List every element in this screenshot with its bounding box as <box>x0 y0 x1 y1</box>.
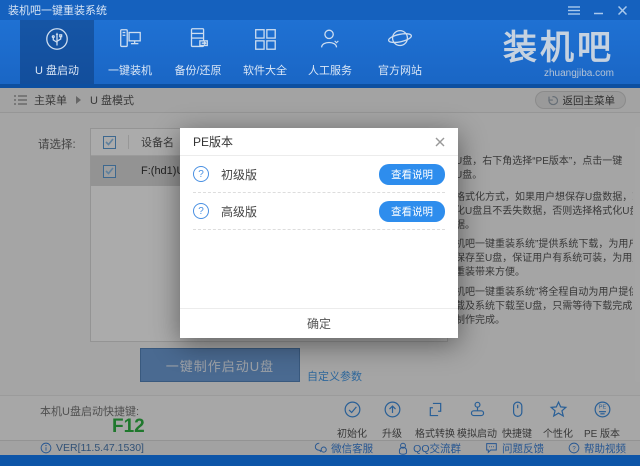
pe-option-label: 高级版 <box>221 203 257 220</box>
view-details-button-advanced[interactable]: 查看说明 <box>379 201 445 222</box>
backup-icon <box>185 26 211 57</box>
pe-version-dialog: PE版本 ? 初级版 查看说明 ? 高级版 查看说明 确定 <box>180 128 458 338</box>
menu-icon[interactable] <box>564 2 584 18</box>
window-title: 装机吧一键重装系统 <box>8 2 107 18</box>
bottom-strip <box>0 455 640 466</box>
nav-item-label: U 盘启动 <box>35 62 79 78</box>
question-icon: ? <box>193 203 209 219</box>
window-controls <box>564 2 632 18</box>
nav-item-label: 官方网站 <box>378 62 422 78</box>
usb-icon <box>44 26 70 57</box>
nav-item-website[interactable]: 官方网站 <box>363 20 437 84</box>
service-icon <box>317 26 343 57</box>
brand-logo: 装机吧 zhuangjiba.com <box>503 24 614 79</box>
computer-icon <box>117 26 143 57</box>
app-window: 装机吧一键重装系统 U 盘启动 一键装机 <box>0 0 640 466</box>
dialog-confirm-button[interactable]: 确定 <box>180 308 458 338</box>
nav-item-label: 备份/还原 <box>174 62 221 78</box>
pe-option-advanced: ? 高级版 查看说明 <box>193 193 445 230</box>
dialog-header: PE版本 <box>180 128 458 156</box>
pe-option-label: 初级版 <box>221 166 257 183</box>
dialog-title: PE版本 <box>193 133 233 150</box>
nav-item-backup-restore[interactable]: 备份/还原 <box>161 20 235 84</box>
titlebar: 装机吧一键重装系统 <box>0 0 640 20</box>
nav-item-label: 人工服务 <box>308 62 352 78</box>
question-icon: ? <box>193 166 209 182</box>
pe-option-basic: ? 初级版 查看说明 <box>193 156 445 193</box>
minimize-icon[interactable] <box>588 2 608 18</box>
view-details-button-basic[interactable]: 查看说明 <box>379 164 445 185</box>
close-icon[interactable] <box>612 2 632 18</box>
nav-item-one-key-install[interactable]: 一键装机 <box>93 20 167 84</box>
nav-item-support[interactable]: 人工服务 <box>293 20 367 84</box>
dialog-close-icon[interactable] <box>435 137 445 147</box>
nav-item-label: 一键装机 <box>108 62 152 78</box>
logo-text: 装机吧 <box>503 24 614 72</box>
nav-item-software[interactable]: 软件大全 <box>228 20 302 84</box>
nav-item-usb-boot[interactable]: U 盘启动 <box>20 20 94 84</box>
website-icon <box>387 26 413 57</box>
software-icon <box>252 26 278 57</box>
nav-item-label: 软件大全 <box>243 62 287 78</box>
main-nav: U 盘启动 一键装机 备份/还原 软件大全 人工服务 <box>0 20 640 88</box>
